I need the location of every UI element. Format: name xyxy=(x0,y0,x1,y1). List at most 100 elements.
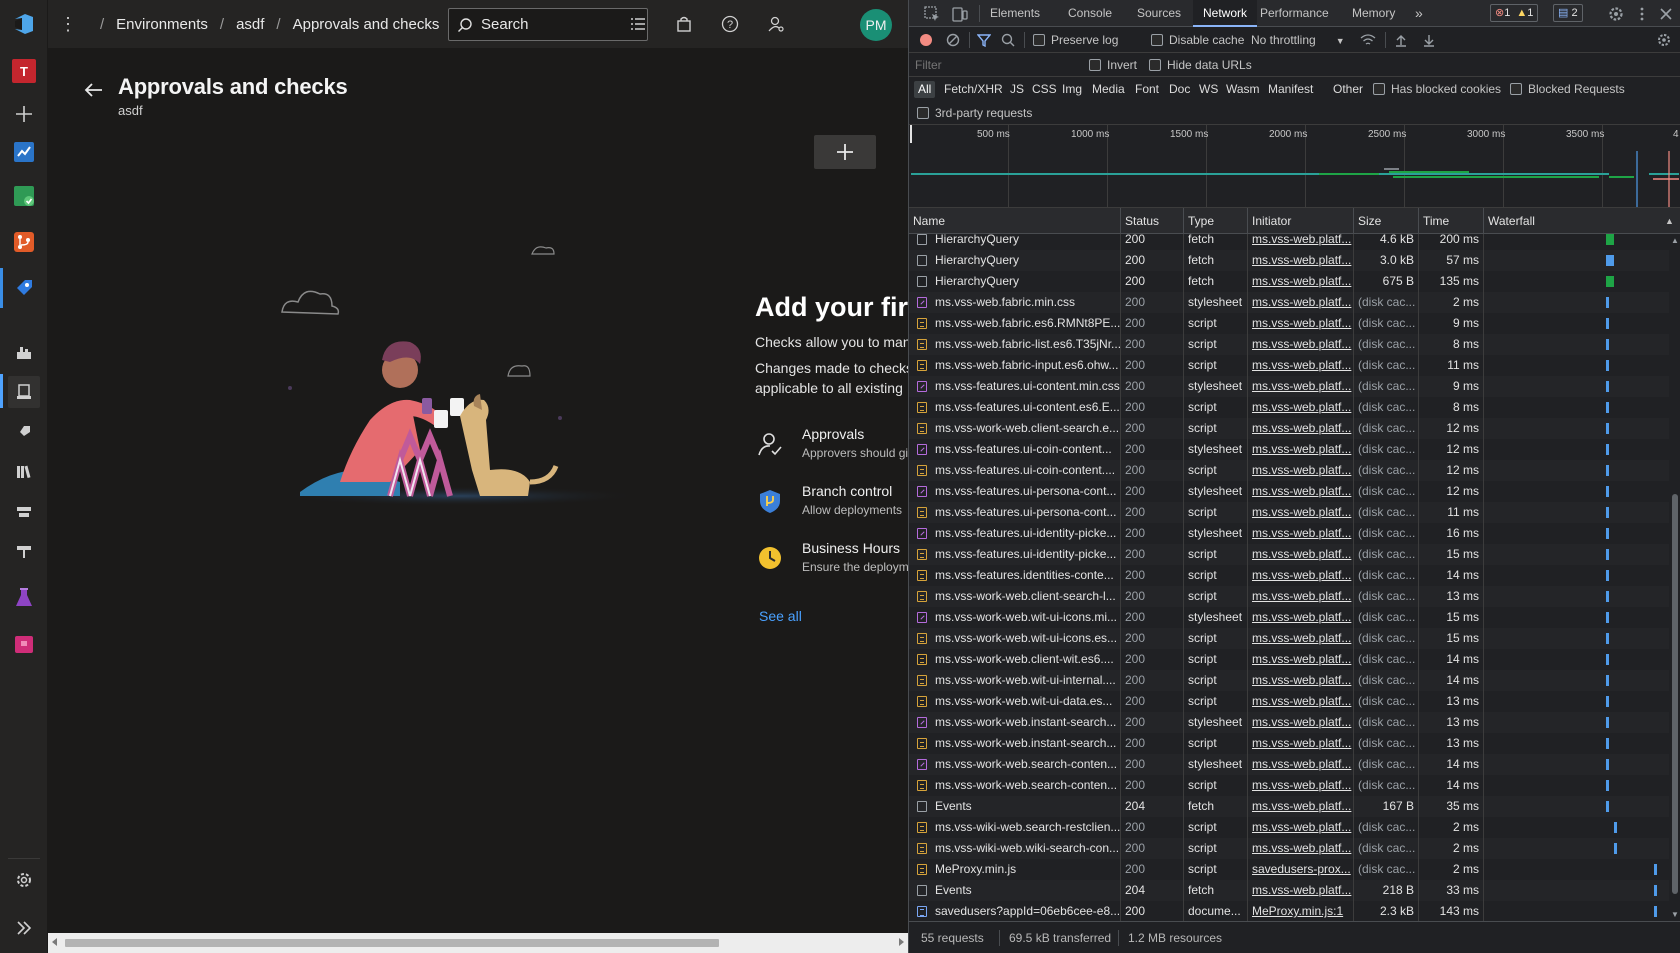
back-arrow-icon[interactable] xyxy=(82,78,106,102)
request-initiator[interactable]: ms.vss-web.platf... xyxy=(1248,523,1354,544)
request-name-cell[interactable]: ms.vss-web.fabric-input.es6.ohw... xyxy=(909,355,1121,376)
tab-sources[interactable]: Sources xyxy=(1137,0,1181,27)
org-avatar[interactable]: T xyxy=(8,55,40,87)
table-row[interactable]: ms.vss-work-web.wit-ui-icons.es... 200 scr… xyxy=(909,628,1669,649)
library-icon[interactable] xyxy=(8,456,40,488)
request-name-cell[interactable]: ms.vss-wiki-web.wiki-search-con... xyxy=(909,838,1121,859)
request-name-cell[interactable]: MeProxy.min.js xyxy=(909,859,1121,880)
request-initiator[interactable]: ms.vss-web.platf... xyxy=(1248,775,1354,796)
table-row[interactable]: savedusers?appId=06eb6cee-e8... 200 docume… xyxy=(909,901,1669,921)
request-initiator[interactable]: ms.vss-web.platf... xyxy=(1248,460,1354,481)
tab-memory[interactable]: Memory xyxy=(1352,0,1395,27)
add-icon[interactable] xyxy=(8,98,40,130)
request-name-cell[interactable]: ms.vss-features.ui-content.es6.E... xyxy=(909,397,1121,418)
type-filter-manifest[interactable]: Manifest xyxy=(1264,81,1317,98)
table-row[interactable]: MeProxy.min.js 200 script savedusers-prox..… xyxy=(909,859,1669,880)
request-name-cell[interactable]: HierarchyQuery xyxy=(909,271,1121,292)
project-settings-gear-icon[interactable] xyxy=(8,864,40,896)
request-initiator[interactable]: ms.vss-web.platf... xyxy=(1248,586,1354,607)
column-header-type[interactable]: Type xyxy=(1184,208,1248,234)
request-name-cell[interactable]: ms.vss-wiki-web.search-restclien... xyxy=(909,817,1121,838)
request-initiator[interactable]: ms.vss-web.platf... xyxy=(1248,754,1354,775)
request-name-cell[interactable]: ms.vss-work-web.client-wit.es6.... xyxy=(909,649,1121,670)
table-row[interactable]: ms.vss-features.ui-persona-cont... 200 scr… xyxy=(909,502,1669,523)
test-plans-icon[interactable] xyxy=(8,582,40,614)
request-initiator[interactable]: ms.vss-web.platf... xyxy=(1248,607,1354,628)
table-row[interactable]: ms.vss-work-web.instant-search... 200 scri… xyxy=(909,733,1669,754)
hide-data-urls-checkbox[interactable]: Hide data URLs xyxy=(1149,52,1252,78)
request-name-cell[interactable]: ms.vss-features.ui-persona-cont... xyxy=(909,502,1121,523)
search-input[interactable]: Search xyxy=(448,8,648,41)
filter-input[interactable] xyxy=(915,57,1065,74)
table-row[interactable]: ms.vss-work-web.wit-ui-icons.mi... 200 sty… xyxy=(909,607,1669,628)
expand-rail-chevron-icon[interactable] xyxy=(8,912,40,944)
customize-menu-icon[interactable] xyxy=(1633,5,1651,23)
help-icon[interactable]: ? xyxy=(718,12,742,36)
request-name-cell[interactable]: ms.vss-work-web.wit-ui-data.es... xyxy=(909,691,1121,712)
type-filter-wasm[interactable]: Wasm xyxy=(1222,81,1264,98)
request-initiator[interactable]: ms.vss-web.platf... xyxy=(1248,313,1354,334)
invert-checkbox[interactable]: Invert xyxy=(1089,52,1137,78)
table-row[interactable]: HierarchyQuery 200 fetch ms.vss-web.platf..… xyxy=(909,234,1669,250)
request-initiator[interactable]: ms.vss-web.platf... xyxy=(1248,397,1354,418)
request-initiator[interactable]: savedusers-prox... xyxy=(1248,859,1354,880)
request-name-cell[interactable]: ms.vss-features.ui-coin-content... xyxy=(909,439,1121,460)
table-row[interactable]: HierarchyQuery 200 fetch ms.vss-web.platf..… xyxy=(909,271,1669,292)
environments-icon[interactable] xyxy=(8,376,40,408)
request-name-cell[interactable]: ms.vss-web.fabric-list.es6.T35jNr... xyxy=(909,334,1121,355)
request-name-cell[interactable]: ms.vss-work-web.instant-search... xyxy=(909,733,1121,754)
scroll-up-arrow-icon[interactable]: ▲ xyxy=(1671,236,1679,245)
type-filter-other[interactable]: Other xyxy=(1329,81,1367,98)
releases-icon[interactable] xyxy=(8,416,40,448)
request-name-cell[interactable]: ms.vss-web.fabric.es6.RMNt8PE... xyxy=(909,313,1121,334)
request-name-cell[interactable]: ms.vss-features.ui-coin-content.... xyxy=(909,460,1121,481)
scroll-down-arrow-icon[interactable]: ▼ xyxy=(1671,910,1679,919)
azure-devops-logo-icon[interactable] xyxy=(8,8,40,40)
table-row[interactable]: ms.vss-wiki-web.wiki-search-con... 200 scr… xyxy=(909,838,1669,859)
request-initiator[interactable]: ms.vss-web.platf... xyxy=(1248,796,1354,817)
boards-icon[interactable] xyxy=(8,180,40,212)
request-initiator[interactable]: ms.vss-web.platf... xyxy=(1248,355,1354,376)
scrollbar-thumb[interactable] xyxy=(1672,494,1678,894)
close-devtools-icon[interactable] xyxy=(1657,5,1675,23)
column-header-time[interactable]: Time xyxy=(1419,208,1484,234)
type-filter-fetch-xhr[interactable]: Fetch/XHR xyxy=(940,81,1007,98)
scroll-left-arrow-icon[interactable] xyxy=(52,938,57,946)
request-initiator[interactable]: ms.vss-web.platf... xyxy=(1248,649,1354,670)
request-name-cell[interactable]: Events xyxy=(909,880,1121,901)
type-filter-all[interactable]: All xyxy=(914,81,936,98)
request-initiator[interactable]: ms.vss-web.platf... xyxy=(1248,292,1354,313)
table-row[interactable]: ms.vss-work-web.instant-search... 200 styl… xyxy=(909,712,1669,733)
request-name-cell[interactable]: ms.vss-work-web.instant-search... xyxy=(909,712,1121,733)
inspect-element-icon[interactable] xyxy=(923,5,941,23)
check-option-approvals[interactable]: Approvals Approvers should gi xyxy=(756,426,908,470)
request-name-cell[interactable]: ms.vss-work-web.wit-ui-icons.es... xyxy=(909,628,1121,649)
request-name-cell[interactable]: HierarchyQuery xyxy=(909,234,1121,250)
add-check-button[interactable] xyxy=(814,135,876,169)
table-row[interactable]: ms.vss-web.fabric-input.es6.ohw... 200 scr… xyxy=(909,355,1669,376)
network-settings-gear-icon[interactable] xyxy=(1656,32,1672,48)
clear-icon[interactable] xyxy=(946,33,960,47)
user-settings-icon[interactable] xyxy=(764,12,788,36)
check-option-business-hours[interactable]: Business Hours Ensure the deploym xyxy=(756,540,908,584)
device-toolbar-icon[interactable] xyxy=(951,5,969,23)
request-initiator[interactable]: ms.vss-web.platf... xyxy=(1248,502,1354,523)
import-har-icon[interactable] xyxy=(1394,33,1408,47)
tab-performance[interactable]: Performance xyxy=(1260,0,1329,27)
request-initiator[interactable]: ms.vss-web.platf... xyxy=(1248,838,1354,859)
table-row[interactable]: ms.vss-work-web.client-search.e... 200 scr… xyxy=(909,418,1669,439)
request-name-cell[interactable]: ms.vss-work-web.client-search.e... xyxy=(909,418,1121,439)
type-filter-font[interactable]: Font xyxy=(1131,81,1163,98)
request-initiator[interactable]: ms.vss-web.platf... xyxy=(1248,691,1354,712)
record-icon[interactable] xyxy=(919,33,933,47)
network-overview-timeline[interactable]: 500 ms 1000 ms 1500 ms 2000 ms 2500 ms 3… xyxy=(909,125,1680,208)
scrollbar-thumb[interactable] xyxy=(65,939,719,947)
request-name-cell[interactable]: HierarchyQuery xyxy=(909,250,1121,271)
column-header-name[interactable]: Name xyxy=(909,208,1121,234)
disable-cache-checkbox[interactable]: Disable cache xyxy=(1151,27,1244,53)
throttling-select[interactable]: No throttling ▼ xyxy=(1251,27,1345,53)
table-row[interactable]: Events 204 fetch ms.vss-web.platf... 167 B 35… xyxy=(909,796,1669,817)
table-row[interactable]: ms.vss-work-web.search-conten... 200 scrip… xyxy=(909,775,1669,796)
request-initiator[interactable]: ms.vss-web.platf... xyxy=(1248,628,1354,649)
column-header-status[interactable]: Status xyxy=(1121,208,1184,234)
